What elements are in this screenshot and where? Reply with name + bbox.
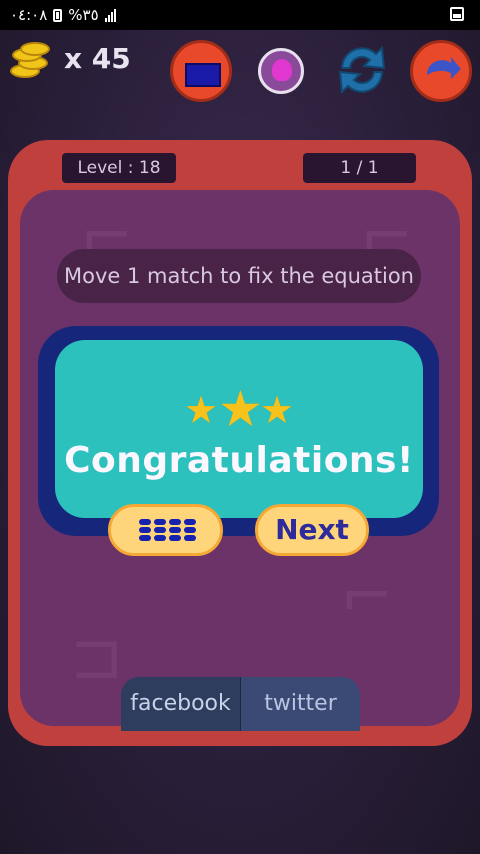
- instruction-text: Move 1 match to fix the equation: [57, 249, 421, 303]
- coin-count: x 45: [64, 42, 131, 75]
- share-button[interactable]: [410, 40, 472, 102]
- refresh-icon: [338, 45, 386, 95]
- share-icon: [427, 57, 461, 79]
- battery-icon: [53, 8, 63, 22]
- level-grid-icon: [185, 63, 221, 87]
- star-rating: ★ ★ ★: [184, 380, 296, 438]
- ghost-digit: ⊐: [70, 620, 124, 694]
- facebook-button[interactable]: facebook: [121, 677, 240, 731]
- star-icon: ★: [218, 380, 263, 438]
- refresh-button[interactable]: [332, 40, 392, 100]
- star-icon: ★: [184, 388, 219, 432]
- gallery-icon[interactable]: [450, 7, 464, 21]
- progress-label: 1 / 1: [303, 153, 416, 183]
- battery-text: %٣٥: [68, 6, 99, 24]
- hint-button[interactable]: [258, 48, 304, 94]
- status-bar: ٠٤:٠٨ %٣٥: [0, 0, 480, 30]
- clock-text: ٠٤:٠٨: [10, 6, 48, 24]
- congrats-title: Congratulations!: [64, 440, 414, 481]
- status-left: ٠٤:٠٨ %٣٥: [10, 6, 116, 24]
- coin-stack-icon: [8, 42, 52, 80]
- next-button[interactable]: Next: [255, 504, 369, 556]
- level-label: Level : 18: [62, 153, 176, 183]
- levels-button[interactable]: [108, 504, 223, 556]
- level-grid-icon: [139, 519, 197, 543]
- ghost-digit: ⌐: [340, 560, 394, 634]
- lightbulb-hint-icon: [272, 59, 292, 81]
- star-icon: ★: [260, 388, 295, 432]
- social-bar: facebook twitter: [121, 677, 360, 731]
- twitter-button[interactable]: twitter: [240, 677, 360, 731]
- level-select-button[interactable]: [170, 40, 232, 102]
- signal-icon: [104, 8, 116, 22]
